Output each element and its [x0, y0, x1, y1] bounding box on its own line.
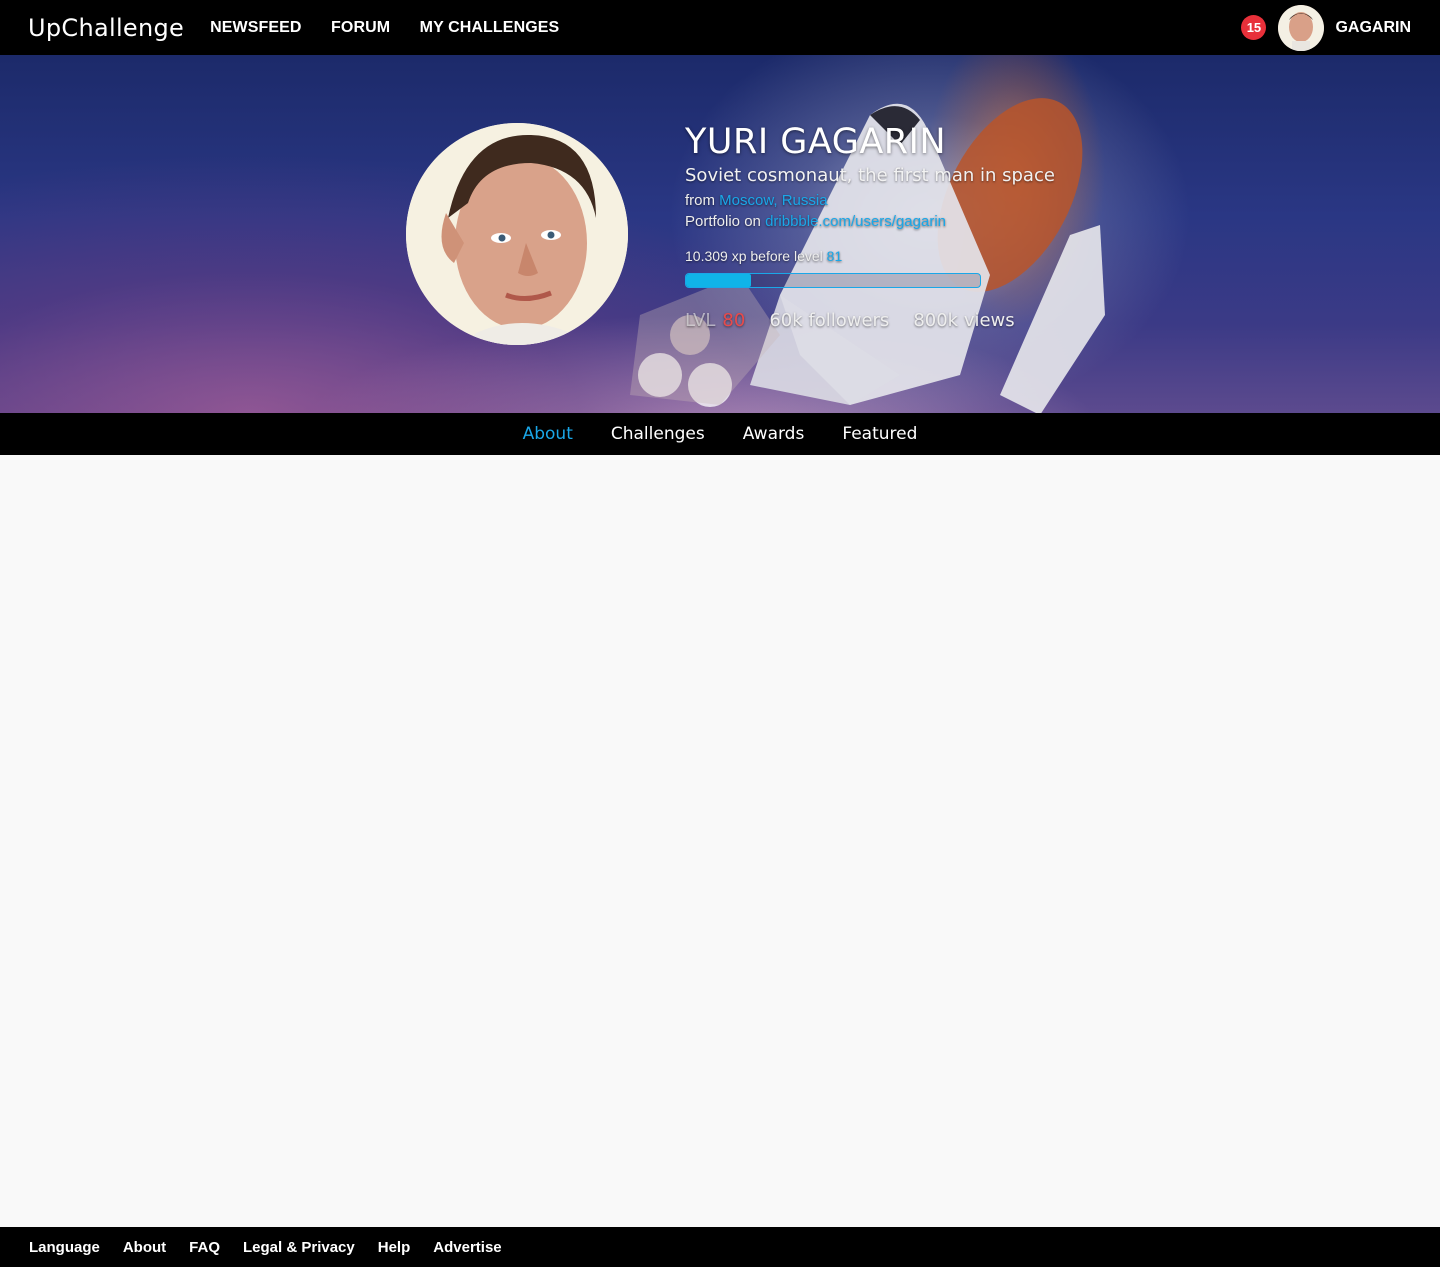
- profile-tagline: Soviet cosmonaut, the first man in space: [685, 165, 1055, 186]
- footer-faq[interactable]: FAQ: [189, 1239, 220, 1256]
- profile-tabs: About Challenges Awards Featured: [0, 413, 1440, 455]
- followers-count[interactable]: 60k followers: [769, 310, 889, 331]
- footer-about[interactable]: About: [123, 1239, 166, 1256]
- footer-advertise[interactable]: Advertise: [433, 1239, 501, 1256]
- main-nav: NEWSFEED FORUM MY CHALLENGES: [210, 19, 584, 37]
- profile-hero: YURI GAGARIN Soviet cosmonaut, the first…: [0, 55, 1440, 413]
- avatar-portrait-icon: [1278, 4, 1325, 51]
- top-navbar: UpChallenge NEWSFEED FORUM MY CHALLENGES…: [0, 0, 1440, 55]
- username[interactable]: GAGARIN: [1335, 19, 1411, 37]
- location-link[interactable]: Moscow, Russia: [719, 192, 827, 209]
- footer-help[interactable]: Help: [378, 1239, 411, 1256]
- next-level: 81: [826, 248, 843, 264]
- footer-legal-privacy[interactable]: Legal & Privacy: [243, 1239, 355, 1256]
- from-label: from: [685, 192, 715, 209]
- footer-language[interactable]: Language: [29, 1239, 100, 1256]
- profile-info: YURI GAGARIN Soviet cosmonaut, the first…: [685, 121, 1055, 331]
- tab-awards[interactable]: Awards: [743, 424, 805, 444]
- xp-progress-bar: [685, 273, 981, 288]
- profile-location-line: from Moscow, Russia: [685, 192, 1055, 209]
- profile-avatar[interactable]: [406, 123, 628, 345]
- profile-portrait-icon: [406, 123, 628, 345]
- nav-forum[interactable]: FORUM: [331, 19, 390, 36]
- notification-badge[interactable]: 15: [1241, 15, 1267, 40]
- user-avatar[interactable]: [1278, 4, 1325, 51]
- profile-content: [0, 455, 1440, 1227]
- user-menu: 15 GAGARIN: [1241, 0, 1411, 55]
- nav-newsfeed[interactable]: NEWSFEED: [210, 19, 301, 36]
- profile-stats: LVL 80 60k followers 800k views: [685, 310, 1055, 331]
- portfolio-link[interactable]: dribbble.com/users/gagarin: [765, 213, 946, 230]
- tab-about[interactable]: About: [523, 424, 573, 444]
- tab-challenges[interactable]: Challenges: [611, 424, 705, 444]
- brand-logo[interactable]: UpChallenge: [28, 14, 184, 42]
- xp-remaining-text: 10.309 xp before level 81: [685, 248, 1055, 264]
- profile-portfolio-line: Portfolio on dribbble.com/users/gagarin: [685, 213, 1055, 230]
- tab-featured[interactable]: Featured: [842, 424, 917, 444]
- profile-name: YURI GAGARIN: [685, 122, 947, 162]
- portfolio-label: Portfolio on: [685, 213, 761, 230]
- xp-remaining-label: 10.309 xp before level: [685, 248, 823, 264]
- level-value: 80: [722, 310, 746, 331]
- nav-my-challenges[interactable]: MY CHALLENGES: [420, 19, 560, 36]
- level-label: LVL: [685, 310, 716, 331]
- views-count: 800k views: [913, 310, 1015, 331]
- footer: Language About FAQ Legal & Privacy Help …: [0, 1227, 1440, 1267]
- xp-progress-fill: [686, 274, 751, 287]
